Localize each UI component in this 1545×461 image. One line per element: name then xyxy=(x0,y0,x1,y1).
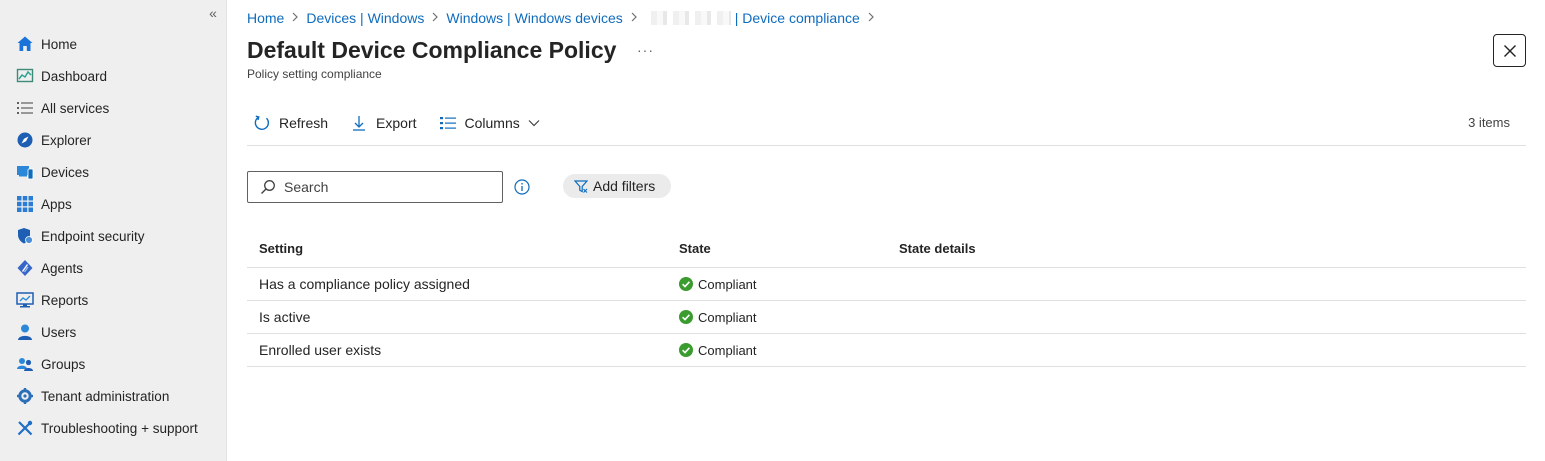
columns-icon xyxy=(439,114,457,132)
sidebar-item-label: Groups xyxy=(41,356,86,372)
sidebar-item-label: Apps xyxy=(41,196,72,212)
chevron-down-icon xyxy=(528,119,540,127)
check-circle-icon xyxy=(679,277,693,291)
add-filters-button[interactable]: Add filters xyxy=(563,174,672,198)
chevron-right-icon xyxy=(630,12,638,25)
search-icon xyxy=(260,179,276,195)
sidebar-item-users[interactable]: Users xyxy=(0,316,227,348)
nav-list: Home Dashboard All services Explorer Dev… xyxy=(0,28,227,444)
command-bar: Refresh Export Columns 3 items xyxy=(247,110,1526,136)
setting-cell: Is active xyxy=(259,309,311,325)
state-cell: Compliant xyxy=(667,277,887,292)
chevron-right-icon xyxy=(867,12,875,25)
column-header-state-details[interactable]: State details xyxy=(887,241,1287,256)
refresh-button[interactable]: Refresh xyxy=(247,110,328,136)
close-icon xyxy=(1503,44,1516,57)
dashboard-icon xyxy=(16,67,34,85)
table-row[interactable]: Is active Compliant xyxy=(247,301,1526,334)
settings-table: Setting State State details Has a compli… xyxy=(247,230,1526,367)
column-header-setting[interactable]: Setting xyxy=(247,241,667,256)
state-label: Compliant xyxy=(698,309,757,325)
sidebar-item-dashboard[interactable]: Dashboard xyxy=(0,60,227,92)
refresh-icon xyxy=(253,114,271,132)
sidebar-item-label: Home xyxy=(41,36,78,52)
state-cell: Compliant xyxy=(667,343,887,358)
main-content: Home Devices | Windows Windows | Windows… xyxy=(247,0,1527,461)
collapse-sidebar-button[interactable]: « xyxy=(205,6,221,20)
sidebar-item-label: Tenant administration xyxy=(41,388,170,404)
sidebar-item-apps[interactable]: Apps xyxy=(0,188,227,220)
refresh-label: Refresh xyxy=(279,115,329,131)
sidebar-item-label: Agents xyxy=(41,260,84,276)
groups-icon xyxy=(16,355,34,373)
items-count: 3 items xyxy=(1468,115,1510,130)
close-button[interactable] xyxy=(1493,34,1526,67)
home-icon xyxy=(16,35,34,53)
sidebar-item-label: Endpoint security xyxy=(41,228,145,244)
sidebar-item-all-services[interactable]: All services xyxy=(0,92,227,124)
tools-icon xyxy=(16,419,34,437)
add-filters-label: Add filters xyxy=(593,178,656,194)
devices-icon xyxy=(16,163,34,181)
shield-icon xyxy=(16,227,34,245)
apps-icon xyxy=(16,195,34,213)
chevron-right-icon xyxy=(431,12,439,25)
filter-icon xyxy=(574,179,588,193)
chevron-right-icon xyxy=(291,12,299,25)
sidebar-item-label: Explorer xyxy=(41,132,92,148)
user-icon xyxy=(16,323,34,341)
setting-cell: Has a compliance policy assigned xyxy=(259,276,470,292)
list-icon xyxy=(16,99,34,117)
breadcrumb-windows-devices[interactable]: Windows | Windows devices xyxy=(446,10,622,26)
columns-label: Columns xyxy=(464,115,520,131)
table-row[interactable]: Has a compliance policy assigned Complia… xyxy=(247,268,1526,301)
sidebar-item-groups[interactable]: Groups xyxy=(0,348,227,380)
sidebar-item-label: Dashboard xyxy=(41,68,108,84)
sidebar-item-devices[interactable]: Devices xyxy=(0,156,227,188)
setting-cell: Enrolled user exists xyxy=(259,342,382,358)
check-circle-icon xyxy=(679,343,693,357)
sidebar-item-label: Devices xyxy=(41,164,90,180)
sidebar-item-home[interactable]: Home xyxy=(0,28,227,60)
search-box[interactable] xyxy=(247,171,503,203)
export-button[interactable]: Export xyxy=(344,110,417,136)
column-header-state[interactable]: State xyxy=(667,241,887,256)
redacted-device-name xyxy=(644,11,731,25)
table-header: Setting State State details xyxy=(247,230,1526,268)
sidebar-item-label: Troubleshooting + support xyxy=(41,420,198,436)
sidebar-item-tenant-administration[interactable]: Tenant administration xyxy=(0,380,227,412)
reports-icon xyxy=(16,291,34,309)
sidebar-item-agents[interactable]: Agents xyxy=(0,252,227,284)
sidebar-item-explorer[interactable]: Explorer xyxy=(0,124,227,156)
sidebar-item-label: Users xyxy=(41,324,77,340)
sidebar-item-reports[interactable]: Reports xyxy=(0,284,227,316)
sidebar-item-label: All services xyxy=(41,100,110,116)
breadcrumb: Home Devices | Windows Windows | Windows… xyxy=(247,9,882,27)
state-label: Compliant xyxy=(698,276,757,292)
info-icon[interactable] xyxy=(514,179,530,195)
left-nav-sidebar: « Home Dashboard All services Explorer D… xyxy=(0,0,227,461)
state-cell: Compliant xyxy=(667,310,887,325)
sidebar-item-endpoint-security[interactable]: Endpoint security xyxy=(0,220,227,252)
gear-icon xyxy=(16,387,34,405)
table-row[interactable]: Enrolled user exists Compliant xyxy=(247,334,1526,367)
state-label: Compliant xyxy=(698,342,757,358)
breadcrumb-devices-windows[interactable]: Devices | Windows xyxy=(306,10,424,26)
download-icon xyxy=(350,114,368,132)
columns-button[interactable]: Columns xyxy=(433,110,540,136)
sidebar-item-troubleshooting[interactable]: Troubleshooting + support xyxy=(0,412,227,444)
more-options-button[interactable]: ··· xyxy=(637,42,654,58)
page-title: Default Device Compliance Policy xyxy=(247,37,617,63)
breadcrumb-device-compliance[interactable]: | Device compliance xyxy=(735,10,860,26)
toolbar-divider xyxy=(247,145,1526,146)
breadcrumb-home[interactable]: Home xyxy=(247,10,284,26)
search-input[interactable] xyxy=(284,179,484,195)
export-label: Export xyxy=(376,115,417,131)
sidebar-item-label: Reports xyxy=(41,292,89,308)
explorer-icon xyxy=(16,131,34,149)
agents-icon xyxy=(16,259,34,277)
check-circle-icon xyxy=(679,310,693,324)
page-subtitle: Policy setting compliance xyxy=(247,67,382,81)
